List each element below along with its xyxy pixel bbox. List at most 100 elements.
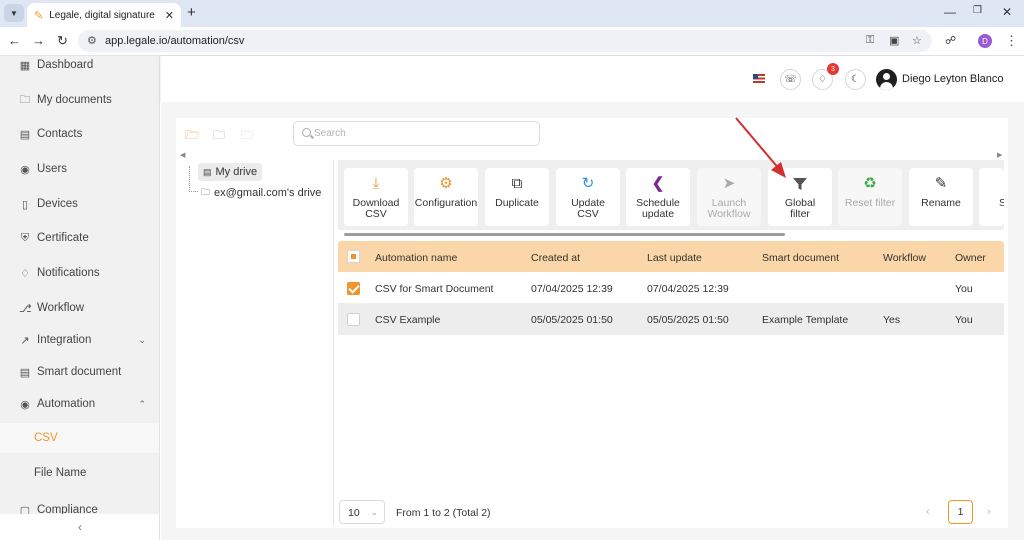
select-all-checkbox[interactable]: [347, 250, 360, 263]
new-folder-icon[interactable]: 🗁: [185, 126, 200, 147]
column-automation-name[interactable]: Automation name: [375, 252, 457, 264]
sidebar-item-notifications[interactable]: ♢ Notifications: [0, 258, 159, 288]
folder-icon: 🗀: [19, 93, 31, 106]
update-csv-button[interactable]: ↻ Update CSV: [556, 168, 620, 226]
forward-icon[interactable]: →: [32, 33, 45, 49]
sidebar-item-smart-document[interactable]: ▤ Smart document: [0, 357, 159, 387]
install-app-icon[interactable]: ▣: [889, 34, 899, 47]
shield-check-icon: ⛨: [20, 231, 30, 244]
sidebar-item-label: Users: [37, 163, 68, 175]
key-icon[interactable]: ⚿: [866, 34, 874, 47]
search-box[interactable]: [293, 121, 540, 146]
site-info-icon[interactable]: ⚙: [87, 34, 97, 47]
sidebar-item-label: Integration: [37, 334, 92, 346]
button-label: Duplicate: [495, 197, 539, 209]
new-tab-button[interactable]: +: [187, 5, 196, 21]
reload-icon[interactable]: ↻: [57, 33, 68, 49]
schedule-update-button[interactable]: ❮ Schedule update: [626, 168, 690, 226]
sidebar-item-file-name[interactable]: File Name: [0, 458, 159, 488]
browser-menu-icon[interactable]: ⋮: [1005, 33, 1018, 49]
sidebar-item-label: File Name: [34, 467, 87, 479]
column-last-update[interactable]: Last update: [647, 252, 702, 264]
cell-automation-name: CSV for Smart Document: [375, 283, 494, 295]
sidebar-item-integration[interactable]: ↗ Integration ⌄: [0, 325, 159, 355]
drive-shared[interactable]: 🗀 ex@gmail.com's drive: [201, 185, 321, 201]
sidebar-item-users[interactable]: ◉ Users: [0, 154, 159, 184]
cell-workflow: Yes: [883, 314, 901, 326]
address-bar[interactable]: ⚙ app.legale.io/automation/csv ⚿ ▣ ☆: [78, 30, 932, 52]
drive-my-drive[interactable]: ▤ My drive: [198, 163, 263, 181]
global-filter-button[interactable]: Global filter: [768, 168, 832, 226]
column-workflow[interactable]: Workflow: [883, 252, 926, 264]
refresh-icon: ↻: [581, 175, 595, 192]
sidebar-item-contacts[interactable]: ▤ Contacts: [0, 119, 159, 149]
sidebar-item-my-documents[interactable]: 🗀 My documents: [0, 85, 159, 115]
close-window-icon[interactable]: ✕: [1002, 5, 1012, 19]
us-flag-icon[interactable]: [753, 74, 765, 83]
move-folder-icon[interactable]: 🗀: [213, 126, 225, 147]
tab-title: Legale, digital signature: [49, 9, 155, 21]
extensions-icon[interactable]: ☍: [945, 33, 956, 49]
profile-avatar[interactable]: D: [978, 34, 992, 48]
row-checkbox[interactable]: [347, 313, 360, 326]
browser-tab[interactable]: ✎ Legale, digital signature ✕: [27, 3, 181, 27]
gear-icon: ⚙: [439, 175, 453, 192]
folder-icon[interactable]: 🗀: [241, 126, 253, 147]
row-checkbox[interactable]: [347, 282, 360, 295]
sidebar-item-label: Contacts: [37, 128, 83, 140]
dark-mode-moon-icon[interactable]: ☾: [845, 69, 866, 90]
contacts-icon: ▤: [19, 128, 31, 141]
smart-document-icon: ▤: [19, 366, 31, 379]
page-size-select[interactable]: 10 ⌄: [339, 500, 385, 524]
automation-icon: ◉: [20, 398, 30, 411]
drive-label: ex@gmail.com's drive: [214, 187, 322, 199]
sidebar-item-workflow[interactable]: ⎇ Workflow: [0, 293, 159, 323]
back-icon[interactable]: ←: [8, 33, 21, 49]
workflow-icon: ⎇: [19, 302, 32, 315]
search-icon: [302, 128, 311, 137]
dashboard-icon: ▦: [19, 59, 31, 72]
toolbar-scrollbar[interactable]: [344, 233, 785, 236]
sidebar-collapse-button[interactable]: ‹: [0, 514, 159, 540]
download-csv-button[interactable]: ⤓ Download CSV: [344, 168, 408, 226]
launch-workflow-button[interactable]: ➤ Launch Workflow: [697, 168, 761, 226]
column-owner[interactable]: Owner: [955, 252, 986, 264]
sidebar-item-label: Dashboard: [37, 59, 94, 71]
column-created-at[interactable]: Created at: [531, 252, 580, 264]
tab-search-button[interactable]: ▼: [4, 4, 24, 22]
button-label: filter: [790, 208, 810, 220]
close-tab-icon[interactable]: ✕: [165, 9, 174, 22]
chevron-down-icon: ▼: [10, 8, 18, 18]
scroll-left-icon[interactable]: ◀: [180, 151, 185, 159]
bell-icon: ♢: [20, 267, 30, 280]
reset-filter-button[interactable]: ♻ Reset filter: [838, 168, 902, 226]
user-name[interactable]: Diego Leyton Blanco: [902, 73, 1004, 85]
sidebar-item-label: Workflow: [37, 302, 85, 314]
rename-button[interactable]: ✎ Rename: [909, 168, 973, 226]
prev-page-icon[interactable]: ‹: [926, 506, 930, 518]
sidebar: ▦ Dashboard 🗀 My documents ▤ Contacts ◉ …: [0, 56, 160, 540]
search-input[interactable]: [314, 125, 534, 142]
button-label: Configuration: [414, 197, 478, 209]
sidebar-item-devices[interactable]: ▯ Devices: [0, 189, 159, 219]
button-label: Workflow: [707, 208, 751, 220]
sidebar-item-dashboard[interactable]: ▦ Dashboard: [0, 56, 159, 80]
duplicate-button[interactable]: ⧉ Duplicate: [485, 168, 549, 226]
sidebar-item-automation[interactable]: ◉ Automation ⌃: [0, 389, 159, 419]
device-icon: ▯: [21, 198, 29, 211]
restore-icon[interactable]: ❐: [973, 5, 982, 16]
next-page-icon[interactable]: ›: [987, 506, 991, 518]
column-smart-document[interactable]: Smart document: [762, 252, 839, 264]
support-headset-icon[interactable]: ☏: [780, 69, 801, 90]
sidebar-item-csv[interactable]: CSV: [0, 423, 159, 453]
minimize-icon[interactable]: —: [944, 5, 956, 19]
sidebar-item-certificate[interactable]: ⛨ Certificate: [0, 223, 159, 253]
page-button-current[interactable]: 1: [948, 500, 973, 524]
bookmark-star-icon[interactable]: ☆: [912, 34, 922, 47]
filter-icon: [792, 176, 808, 194]
rocket-icon: ➤: [722, 175, 736, 192]
configuration-button[interactable]: ⚙ Configuration: [414, 168, 478, 226]
scroll-right-icon[interactable]: ▶: [997, 151, 1002, 159]
user-avatar[interactable]: [876, 69, 897, 90]
partial-toolbar-button[interactable]: S: [979, 168, 1004, 226]
